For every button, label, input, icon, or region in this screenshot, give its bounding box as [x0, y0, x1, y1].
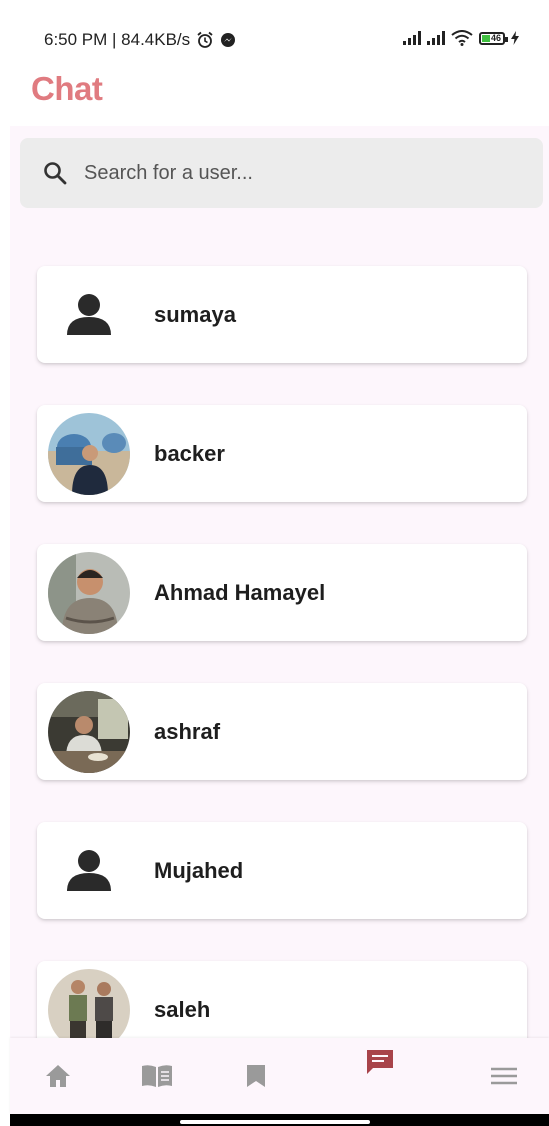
status-right: 46 [403, 30, 519, 46]
nav-book[interactable] [117, 1038, 197, 1114]
user-photo [48, 551, 130, 634]
signal-icon [427, 31, 445, 45]
user-name: Mujahed [154, 857, 244, 883]
nav-home[interactable] [18, 1038, 98, 1114]
messenger-icon [221, 33, 236, 47]
chat-content: sumaya backer [10, 126, 549, 1058]
user-card-sumaya[interactable]: sumaya [37, 266, 527, 363]
book-icon [142, 1065, 172, 1087]
charging-icon [511, 31, 519, 45]
bottom-navigation [10, 1038, 549, 1114]
avatar [48, 690, 130, 773]
user-card-mujahed[interactable]: Mujahed [37, 822, 527, 919]
status-bar: 6:50 PM | 84.4KB/s 46 [0, 0, 549, 60]
alarm-icon [197, 31, 213, 48]
bookmark-icon [247, 1065, 265, 1087]
user-photo [48, 690, 130, 773]
page-title: Chat [31, 70, 103, 107]
person-icon [67, 849, 111, 891]
user-card-backer[interactable]: backer [37, 405, 527, 502]
signal-icon [403, 31, 421, 45]
wifi-icon [451, 30, 473, 46]
avatar [48, 830, 130, 912]
nav-bookmark[interactable] [216, 1038, 296, 1114]
user-name: sumaya [154, 301, 236, 327]
home-indicator[interactable] [180, 1120, 370, 1124]
user-name: saleh [154, 996, 211, 1022]
user-card-ahmad-hamayel[interactable]: Ahmad Hamayel [37, 544, 527, 641]
menu-icon [491, 1067, 517, 1085]
search-input[interactable] [82, 160, 506, 186]
avatar [48, 551, 130, 634]
battery-level: 46 [490, 32, 501, 43]
user-photo [48, 412, 130, 495]
avatar [48, 274, 130, 356]
search-bar[interactable] [20, 138, 543, 208]
nav-chat[interactable] [340, 1038, 420, 1114]
status-time-speed: 6:50 PM | 84.4KB/s [44, 30, 191, 49]
battery-icon: 46 [479, 31, 508, 45]
home-icon [46, 1065, 70, 1087]
person-icon [67, 293, 111, 335]
avatar [48, 412, 130, 495]
user-name: backer [154, 440, 225, 466]
user-card-ashraf[interactable]: ashraf [37, 683, 527, 780]
status-left: 6:50 PM | 84.4KB/s [44, 30, 236, 50]
chat-icon [367, 1050, 393, 1074]
search-icon [44, 162, 67, 185]
nav-menu[interactable] [464, 1038, 544, 1114]
user-name: Ahmad Hamayel [154, 579, 326, 605]
user-name: ashraf [154, 718, 221, 744]
